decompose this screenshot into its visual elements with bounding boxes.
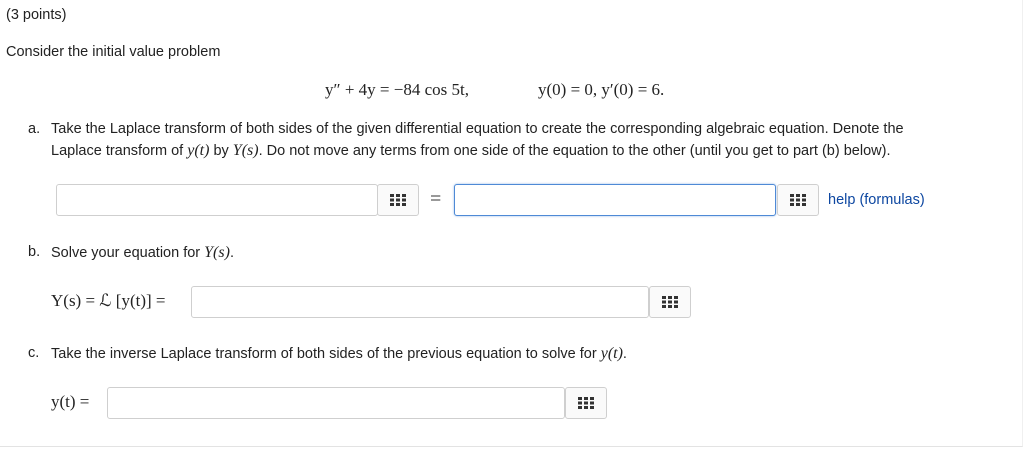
part-b-matrix-button[interactable] [649,286,691,318]
part-c-input[interactable] [107,387,565,419]
part-b-input[interactable] [191,286,649,318]
equals-sign: = [430,188,442,210]
part-a-Ys: Y(s) [232,142,259,159]
ode-equation: y″ + 4y = −84 cos 5t, [325,80,469,99]
part-a-yt: y(t) [187,142,210,159]
part-c-text-suffix: . [622,346,627,362]
laplace-right-input[interactable] [454,184,776,216]
part-b-label: Y(s) = ℒ [y(t)] = [51,291,166,310]
matrix-grid-icon [578,397,594,409]
part-a-by: by [209,143,233,159]
part-b-text-suffix: . [229,245,234,261]
part-c-yt: y(t) [600,345,623,362]
part-b-text-prefix: Solve your equation for [51,245,205,261]
laplace-right-matrix-button[interactable] [777,184,819,216]
points-label: (3 points) [6,7,67,23]
problem-card: (3 points) Consider the initial value pr… [0,0,1023,447]
part-c-letter: c. [28,345,40,361]
part-a-line2: Laplace transform of y(t) by Y(s). Do no… [51,142,890,160]
part-b-Ys: Y(s) [204,244,230,261]
part-b-text: Solve your equation for Y(s). [51,244,234,262]
initial-conditions: y(0) = 0, y′(0) = 6. [538,80,665,99]
part-a-line1: Take the Laplace transform of both sides… [51,121,904,137]
part-c-text: Take the inverse Laplace transform of bo… [51,345,627,363]
part-a-letter: a. [28,121,41,137]
laplace-left-input[interactable] [56,184,378,216]
laplace-left-matrix-button[interactable] [377,184,419,216]
part-c-text-prefix: Take the inverse Laplace transform of bo… [51,346,601,362]
part-a-line2-prefix: Laplace transform of [51,143,188,159]
help-formulas-link[interactable]: help (formulas) [828,192,925,208]
part-a-line2-suffix: . Do not move any terms from one side of… [258,143,891,159]
part-c-label: y(t) = [51,392,90,411]
matrix-grid-icon [662,296,678,308]
intro-text: Consider the initial value problem [6,44,221,60]
matrix-grid-icon [790,194,806,206]
matrix-grid-icon [390,194,406,206]
part-b-letter: b. [28,244,41,260]
part-c-matrix-button[interactable] [565,387,607,419]
